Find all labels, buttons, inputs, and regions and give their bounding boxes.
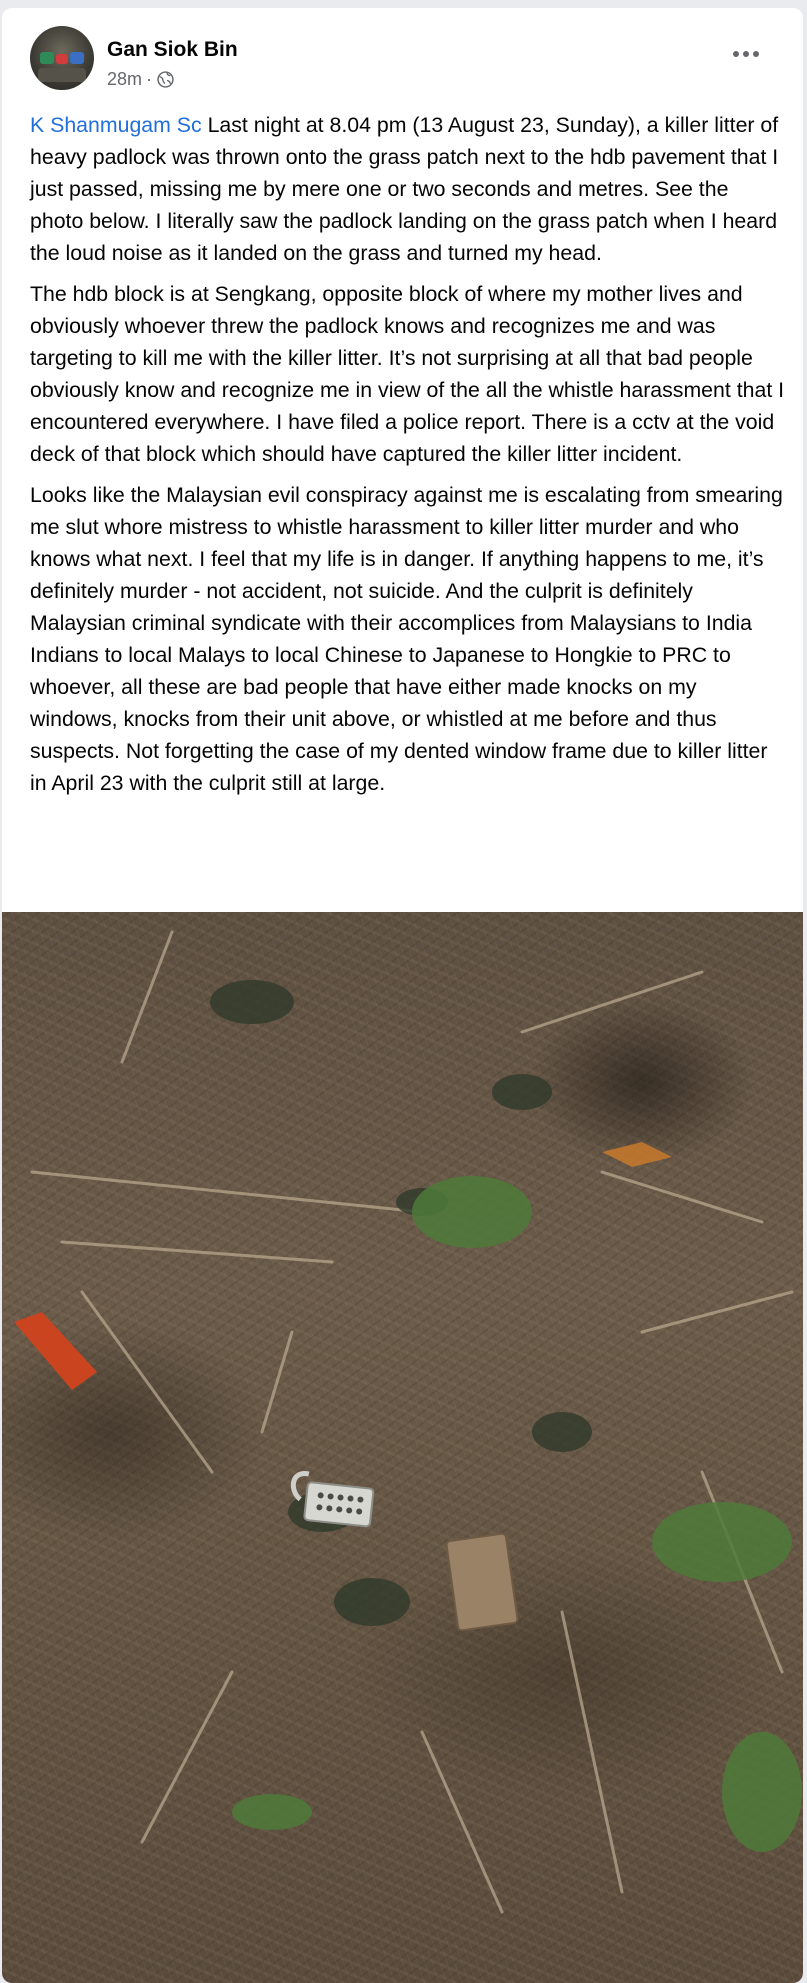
post-paragraph-2: The hdb block is at Sengkang, opposite b… <box>30 282 785 466</box>
meta-separator: · <box>146 69 153 89</box>
mention-link[interactable]: K Shanmugam Sc <box>30 113 202 137</box>
post-meta: 28m · <box>107 69 174 90</box>
post-header: Gan Siok Bin 28m · <box>2 8 803 100</box>
globe-icon[interactable] <box>157 71 174 88</box>
post-text: K Shanmugam Sc Last night at 8.04 pm (13… <box>30 109 785 808</box>
author-name[interactable]: Gan Siok Bin <box>107 38 238 62</box>
more-options-icon[interactable] <box>724 36 768 72</box>
avatar[interactable] <box>30 26 94 90</box>
post-paragraph-3: Looks like the Malaysian evil conspiracy… <box>30 483 783 795</box>
post-card: Gan Siok Bin 28m · K Shanmugam Sc Last n… <box>2 8 803 1983</box>
post-timestamp[interactable]: 28m <box>107 69 142 90</box>
post-paragraph-1: K Shanmugam Sc Last night at 8.04 pm (13… <box>30 109 785 269</box>
photo-ground-scene <box>14 930 802 1914</box>
post-photo[interactable] <box>2 912 803 1983</box>
